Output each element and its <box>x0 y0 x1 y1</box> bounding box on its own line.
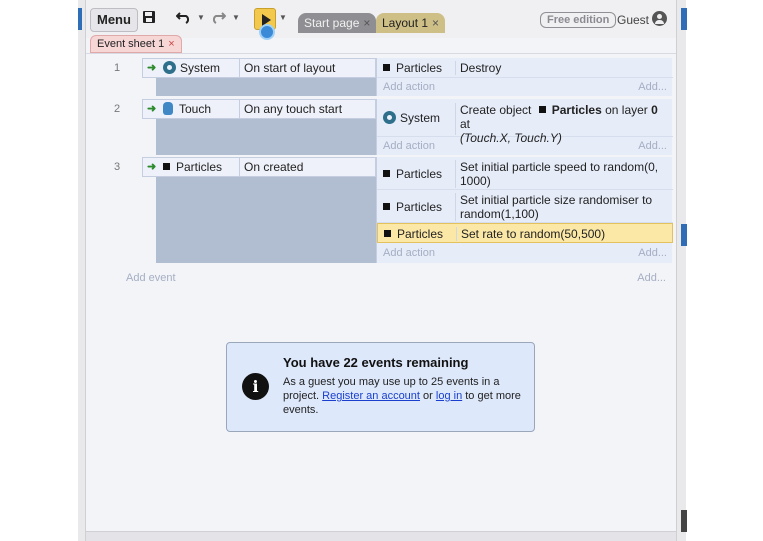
add-event-link[interactable]: Add event <box>126 272 176 284</box>
gear-icon <box>383 111 396 124</box>
condition-object: Touch <box>179 102 212 116</box>
condition-text: On created <box>239 158 379 176</box>
action-object: Particles <box>396 200 443 214</box>
particles-icon <box>383 64 390 71</box>
action-text: Set initial particle speed to random(0, … <box>455 160 671 188</box>
redo-icon[interactable] <box>210 10 227 28</box>
add-action-row[interactable]: Add action Add... <box>377 244 673 262</box>
login-link[interactable]: log in <box>436 390 462 402</box>
particles-icon <box>384 230 391 237</box>
screen: Menu ▼ ▼ ▼ Start page × Layout 1 × Free … <box>0 0 763 541</box>
add-action-row[interactable]: Add action Add... <box>377 137 673 155</box>
event-number: 1 <box>114 62 121 74</box>
register-link[interactable]: Register an account <box>322 390 420 402</box>
tab-event-sheet-1[interactable]: Event sheet 1 × <box>90 35 182 53</box>
tab-layout-1[interactable]: Layout 1 × <box>376 13 446 33</box>
event-arrow-icon: ➜ <box>147 62 157 74</box>
particles-icon <box>163 163 170 170</box>
redo-dropdown-icon[interactable]: ▼ <box>232 13 240 22</box>
tab-label: Start page <box>304 16 360 30</box>
action-text: Set rate to random(50,500) <box>456 227 672 241</box>
notice-body: As a guest you may use up to 25 events i… <box>283 376 521 416</box>
close-icon[interactable]: × <box>363 16 370 30</box>
undo-icon[interactable] <box>175 10 192 28</box>
action-object: Particles <box>396 61 443 75</box>
event-arrow-icon: ➜ <box>147 161 157 173</box>
add-action-link[interactable]: Add action <box>383 137 435 155</box>
notice-title: You have 22 events remaining <box>283 355 469 370</box>
event-number: 3 <box>114 161 121 173</box>
action-text: Create object Particles on layer 0 at (To… <box>455 103 671 145</box>
tab-label: Layout 1 <box>382 16 429 30</box>
particles-icon <box>538 106 546 113</box>
info-icon: i <box>242 373 269 400</box>
action-object: Particles <box>396 167 443 181</box>
action-text: Set initial particle size randomiser to … <box>455 193 671 221</box>
event-3-condition[interactable]: ➜ Particles On created <box>142 157 376 177</box>
action-row-selected[interactable]: Particles Set rate to random(50,500) <box>377 223 673 243</box>
condition-text: On any touch start <box>239 100 379 118</box>
event-sheet: 1 ➜ System On start of layout Particles … <box>86 53 676 531</box>
add-more-link[interactable]: Add... <box>637 272 666 284</box>
event-1-condition[interactable]: ➜ System On start of layout <box>142 58 376 78</box>
floppy-disk-icon[interactable] <box>142 10 156 28</box>
add-more-link[interactable]: Add... <box>638 137 667 155</box>
status-bar <box>86 531 676 541</box>
events-remaining-notice: i You have 22 events remaining As a gues… <box>226 342 535 432</box>
free-edition-badge[interactable]: Free edition <box>540 12 617 28</box>
user-account-icon[interactable] <box>652 11 667 26</box>
action-object: Particles <box>397 227 444 241</box>
action-text: Destroy <box>455 61 671 75</box>
particles-icon <box>383 170 390 177</box>
close-icon[interactable]: × <box>432 16 439 30</box>
add-action-link[interactable]: Add action <box>383 244 435 262</box>
tab-label: Event sheet 1 <box>97 38 165 50</box>
tab-start-page[interactable]: Start page × <box>298 13 377 33</box>
event-1-actions: Particles Destroy Add action Add... <box>376 58 673 96</box>
right-panel-edge <box>676 0 687 541</box>
condition-text: On start of layout <box>239 59 379 77</box>
action-row[interactable]: System Create object Particles on layer … <box>377 99 673 145</box>
undo-dropdown-icon[interactable]: ▼ <box>197 13 205 22</box>
add-more-link[interactable]: Add... <box>638 78 667 96</box>
event-2-condition[interactable]: ➜ Touch On any touch start <box>142 99 376 119</box>
event-2-actions: System Create object Particles on layer … <box>376 99 673 155</box>
left-panel-edge <box>78 0 86 541</box>
gear-icon <box>163 61 176 74</box>
add-action-row[interactable]: Add action Add... <box>377 78 673 96</box>
add-action-link[interactable]: Add action <box>383 78 435 96</box>
add-more-link[interactable]: Add... <box>638 244 667 262</box>
event-arrow-icon: ➜ <box>147 103 157 115</box>
construct-editor: Menu ▼ ▼ ▼ Start page × Layout 1 × Free … <box>86 0 676 541</box>
action-object: System <box>400 111 441 125</box>
close-icon[interactable]: × <box>168 38 174 50</box>
user-label[interactable]: Guest <box>617 13 649 27</box>
hand-icon <box>163 102 173 115</box>
condition-object: Particles <box>176 160 223 174</box>
action-row[interactable]: Particles Destroy <box>377 58 673 78</box>
preview-dropdown-icon[interactable]: ▼ <box>279 13 287 22</box>
event-3-actions: Particles Set initial particle speed to … <box>376 157 673 263</box>
toolbar: Menu ▼ ▼ ▼ Start page × Layout 1 × Free … <box>86 0 676 38</box>
event-number: 2 <box>114 103 121 115</box>
action-row[interactable]: Particles Set initial particle size rand… <box>377 190 673 223</box>
condition-object: System <box>180 61 221 75</box>
menu-button[interactable]: Menu <box>90 8 138 32</box>
action-row[interactable]: Particles Set initial particle speed to … <box>377 157 673 190</box>
mouse-cursor-indicator <box>259 24 275 40</box>
particles-icon <box>383 203 390 210</box>
